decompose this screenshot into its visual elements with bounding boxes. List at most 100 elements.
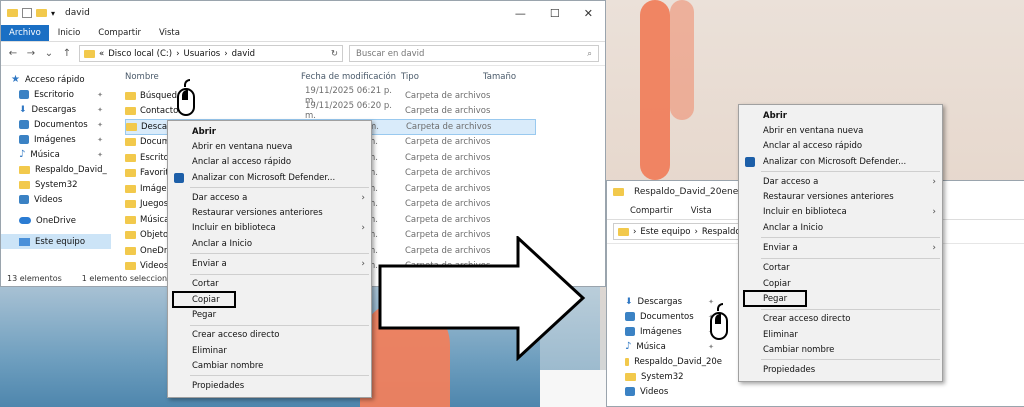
nav-item-label: Este equipo [35, 236, 86, 247]
nav-item[interactable]: OneDrive [1, 213, 111, 228]
breadcrumb-item[interactable]: david [232, 49, 255, 59]
menu-item-label: Propiedades [763, 365, 816, 376]
new-folder-icon[interactable] [36, 9, 47, 17]
menu-item[interactable]: Propiedades [739, 362, 942, 377]
menu-item[interactable]: Anclar al acceso rápido [739, 139, 942, 154]
menu-item[interactable]: Propiedades [168, 378, 371, 393]
column-header-size[interactable]: Tamaño [483, 72, 516, 82]
recent-dropdown[interactable]: ⌄ [43, 48, 55, 59]
menu-item[interactable]: Analizar con Microsoft Defender... [739, 154, 942, 169]
forward-button[interactable]: → [25, 48, 37, 59]
refresh-icon[interactable]: ↻ [331, 49, 338, 59]
pin-icon: ✦ [97, 135, 103, 144]
breadcrumb-item[interactable]: Disco local (C:) [108, 49, 172, 59]
menu-item[interactable]: Incluir en biblioteca › [168, 221, 371, 236]
nav-item[interactable]: Respaldo_David_20e [607, 354, 722, 369]
menu-item[interactable]: Abrir [739, 108, 942, 123]
nav-item[interactable]: Escritorio ✦ [1, 87, 111, 102]
image-icon [19, 135, 29, 144]
submenu-arrow-icon: › [361, 259, 365, 270]
nav-item[interactable]: Imágenes✦ [607, 324, 722, 339]
nav-item[interactable]: System32 [607, 369, 722, 384]
menu-item-label: Restaurar versiones anteriores [192, 208, 323, 219]
close-button[interactable]: ✕ [584, 7, 593, 20]
breadcrumb-item[interactable]: Este equipo [640, 227, 690, 237]
submenu-arrow-icon: › [361, 223, 365, 234]
checkbox-icon[interactable] [22, 8, 32, 18]
minimize-button[interactable]: — [515, 7, 526, 20]
breadcrumb-item[interactable]: Usuarios [183, 49, 220, 59]
submenu-arrow-icon: › [932, 176, 936, 187]
address-bar[interactable]: « Disco local (C:) › Usuarios › david ↻ [79, 45, 343, 62]
menu-item[interactable]: Anclar al acceso rápido [168, 155, 371, 170]
file-name: Música [140, 214, 170, 225]
flamingo-neck-shape [670, 0, 694, 120]
nav-item[interactable]: System32 [1, 177, 111, 192]
column-header-name[interactable]: Nombre [111, 72, 301, 82]
menu-item[interactable]: Eliminar [168, 343, 371, 358]
menu-item[interactable]: Anclar a Inicio [739, 220, 942, 235]
back-button[interactable]: ← [7, 48, 19, 59]
menu-item[interactable]: Eliminar [739, 327, 942, 342]
menu-item[interactable]: Copiar [168, 290, 371, 308]
menu-item[interactable]: Cortar [168, 277, 371, 292]
menu-item[interactable]: Abrir en ventana nueva [739, 123, 942, 138]
search-input[interactable]: Buscar en david ⌕ [349, 45, 599, 62]
folder-icon [126, 122, 137, 131]
nav-item[interactable]: Videos [1, 192, 111, 207]
nav-item[interactable]: ★ Acceso rápido [1, 72, 111, 87]
nav-item[interactable]: ⬇ Descargas ✦ [607, 294, 722, 309]
menu-item[interactable]: Cambiar nombre [739, 342, 942, 357]
tab-compartir[interactable]: Compartir [621, 203, 682, 219]
defender-shield-icon [745, 156, 755, 167]
submenu-arrow-icon: › [932, 207, 936, 218]
menu-item[interactable]: Pegar [168, 307, 371, 322]
tab-compartir[interactable]: Compartir [89, 25, 150, 41]
nav-item[interactable]: Imágenes✦ [1, 132, 111, 147]
folder-icon [7, 9, 18, 17]
nav-item[interactable]: Respaldo_David_ [1, 162, 111, 177]
tab-inicio[interactable]: Inicio [49, 25, 90, 41]
menu-item[interactable]: Restaurar versiones anteriores [168, 205, 371, 220]
menu-item[interactable]: Abrir [168, 124, 371, 139]
menu-item-label: Crear acceso directo [192, 330, 280, 341]
folder-icon [613, 188, 624, 196]
nav-item[interactable]: Este equipo [1, 234, 111, 249]
menu-item[interactable]: Cortar [739, 261, 942, 276]
nav-item[interactable]: Documentos✦ [607, 309, 722, 324]
tab-vista[interactable]: Vista [150, 25, 189, 41]
menu-item[interactable]: Enviar a › [739, 240, 942, 255]
menu-item[interactable]: Crear acceso directo [739, 312, 942, 327]
menu-item[interactable]: Anclar a Inicio [168, 236, 371, 251]
menu-item-label: Restaurar versiones anteriores [763, 192, 894, 203]
menu-item[interactable]: Cambiar nombre [168, 358, 371, 373]
tab-vista[interactable]: Vista [682, 203, 721, 219]
menu-item[interactable]: Incluir en biblioteca › [739, 205, 942, 220]
menu-item[interactable]: Analizar con Microsoft Defender... [168, 170, 371, 185]
column-header-type[interactable]: Tipo [401, 72, 483, 82]
download-icon: ⬇ [625, 296, 633, 307]
menu-item[interactable]: Abrir en ventana nueva [168, 139, 371, 154]
menu-item[interactable]: Dar acceso a › [168, 190, 371, 205]
menu-item[interactable]: Enviar a › [168, 256, 371, 271]
menu-item[interactable]: Dar acceso a › [739, 174, 942, 189]
menu-item[interactable]: Crear acceso directo [168, 328, 371, 343]
chevron-right-icon: › [176, 48, 180, 59]
pc-icon [19, 237, 30, 246]
tab-archivo[interactable]: Archivo [1, 25, 49, 41]
nav-item[interactable]: ⬇ Descargas ✦ [1, 102, 111, 117]
nav-item[interactable]: ♪ Música ✦ [607, 339, 722, 354]
chevron-down-icon[interactable]: ▾ [51, 9, 55, 18]
menu-item[interactable]: Copiar [739, 276, 942, 291]
nav-item[interactable]: Videos [607, 384, 722, 399]
up-button[interactable]: ↑ [61, 48, 73, 59]
nav-item-label: Descargas [637, 296, 683, 307]
column-header-date[interactable]: Fecha de modificación [301, 72, 401, 82]
nav-item[interactable]: Documentos✦ [1, 117, 111, 132]
cell-type: Carpeta de archivos [405, 199, 491, 210]
pin-icon: ✦ [708, 297, 714, 306]
nav-item[interactable]: ♪ Música ✦ [1, 147, 111, 162]
maximize-button[interactable]: ☐ [550, 7, 560, 20]
menu-item[interactable]: Restaurar versiones anteriores [739, 189, 942, 204]
menu-item[interactable]: Pegar [739, 290, 942, 308]
